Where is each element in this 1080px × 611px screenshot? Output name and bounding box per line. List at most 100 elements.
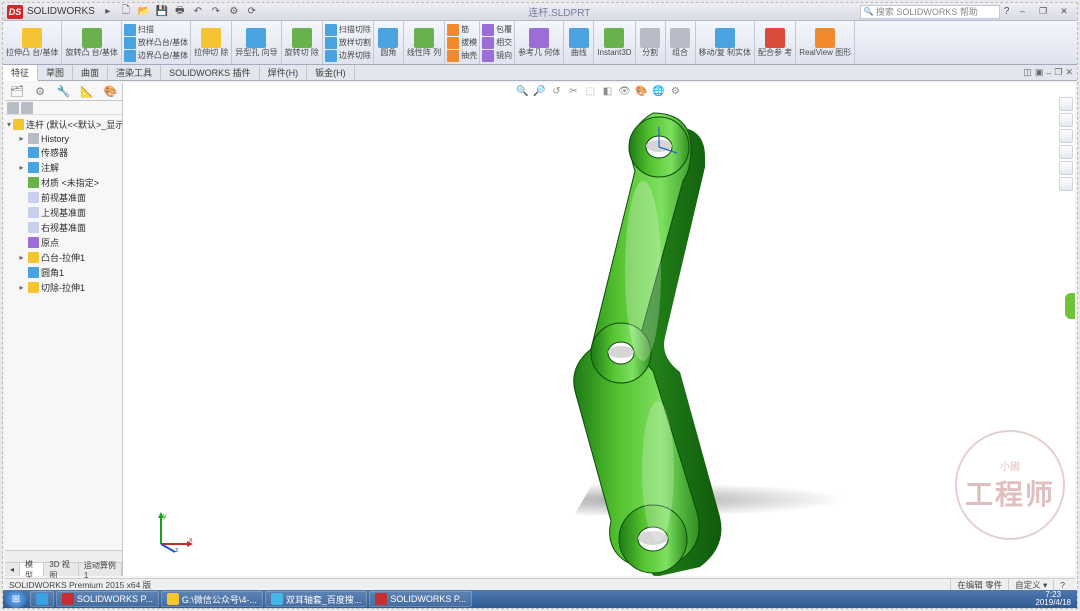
- tab-surfaces[interactable]: 曲面: [73, 65, 108, 80]
- cmd-revolve-cut[interactable]: 旋转切 除: [282, 21, 323, 64]
- maximize-icon[interactable]: ❐: [1034, 5, 1052, 19]
- cmd-realview[interactable]: RealView 图形: [796, 21, 855, 64]
- cmd-sweep[interactable]: 扫描: [124, 24, 188, 36]
- watermark-main: 工程师: [965, 473, 1055, 513]
- property-manager-tab-icon[interactable]: ⚙: [28, 83, 51, 100]
- taskbar-pin-1[interactable]: [30, 591, 54, 607]
- cmd-loft-boss[interactable]: 放样凸台/基体: [124, 37, 188, 49]
- feature-tree-tab-icon[interactable]: 🗂: [5, 83, 28, 100]
- tree-origin[interactable]: 原点: [5, 235, 122, 250]
- cmd-draft[interactable]: 拔模: [447, 37, 477, 49]
- cmd-hole-wizard[interactable]: 异型孔 向导: [232, 21, 281, 64]
- taskpane-appearances-icon[interactable]: [1059, 161, 1073, 175]
- tab-features[interactable]: 特征: [3, 65, 38, 81]
- tree-sensors[interactable]: 传感器: [5, 145, 122, 160]
- cmd-sweep-cut[interactable]: 扫描切除: [325, 24, 371, 36]
- menu-file-icon[interactable]: ▸: [101, 5, 115, 19]
- doc-window-tile-icon[interactable]: ◫: [1023, 67, 1032, 78]
- options-icon[interactable]: ⚙: [227, 5, 241, 19]
- redo-icon[interactable]: ↷: [209, 5, 223, 19]
- tab-weldment[interactable]: 焊件(H): [260, 65, 308, 80]
- cmd-split[interactable]: 分割: [636, 21, 666, 64]
- tree-root[interactable]: ▾连杆 (默认<<默认>_显示状态 1>: [5, 117, 122, 132]
- cmd-revolve-boss[interactable]: 旋转凸 台/基体: [62, 21, 121, 64]
- tree-annotations[interactable]: ▸注解: [5, 160, 122, 175]
- minimize-icon[interactable]: –: [1013, 4, 1031, 18]
- tree-filter-bar[interactable]: [5, 101, 122, 115]
- feature-tree: ▾连杆 (默认<<默认>_显示状态 1> ▸History 传感器 ▸注解 材质…: [5, 115, 122, 550]
- tree-cut-extrude1[interactable]: ▸切除-拉伸1: [5, 280, 122, 295]
- motion-prev-icon[interactable]: ◂: [5, 563, 20, 576]
- orientation-triad[interactable]: y x z: [153, 510, 195, 552]
- cmd-intersect[interactable]: 相交: [482, 37, 512, 49]
- cmd-extrude-boss[interactable]: 拉伸凸 台/基体: [3, 21, 62, 64]
- taskpane-library-icon[interactable]: [1059, 113, 1073, 127]
- tree-history[interactable]: ▸History: [5, 132, 122, 145]
- taskbar-app-solidworks-2[interactable]: SOLIDWORKS P...: [369, 591, 472, 607]
- tree-boss-extrude1[interactable]: ▸凸台-拉伸1: [5, 250, 122, 265]
- taskpane-view-palette-icon[interactable]: [1059, 145, 1073, 159]
- cmd-ref-geometry[interactable]: 参考几 何体: [515, 21, 564, 64]
- tree-material[interactable]: 材质 <未指定>: [5, 175, 122, 190]
- cmd-boundary-boss[interactable]: 边界凸台/基体: [124, 50, 188, 62]
- status-custom-menu[interactable]: 自定义 ▾: [1008, 579, 1053, 591]
- taskpane-flyout-handle[interactable]: [1065, 293, 1075, 319]
- cmd-curves[interactable]: 曲线: [564, 21, 594, 64]
- doc-window-cascade-icon[interactable]: ▣: [1035, 67, 1044, 78]
- taskbar-app-solidworks[interactable]: SOLIDWORKS P...: [56, 591, 159, 607]
- tab-render-tools[interactable]: 渲染工具: [108, 65, 161, 80]
- new-icon[interactable]: 🗋: [119, 5, 133, 19]
- tab-motion-study[interactable]: 运动算例 1: [79, 563, 122, 576]
- tree-fillet1[interactable]: 圆角1: [5, 265, 122, 280]
- undo-icon[interactable]: ↶: [191, 5, 205, 19]
- tree-right-plane[interactable]: 右视基准面: [5, 220, 122, 235]
- tree-top-plane[interactable]: 上视基准面: [5, 205, 122, 220]
- status-help-icon[interactable]: ?: [1053, 580, 1071, 590]
- doc-window-min-icon[interactable]: –: [1046, 68, 1051, 78]
- cmd-linear-pattern[interactable]: 线性阵 列: [404, 21, 445, 64]
- tab-3dviews[interactable]: 3D 视图: [44, 563, 79, 576]
- print-icon[interactable]: 🖶: [173, 5, 187, 19]
- taskpane-explorer-icon[interactable]: [1059, 129, 1073, 143]
- title-bar: DS SOLIDWORKS ▸ 🗋 📂 💾 🖶 ↶ ↷ ⚙ ⟳ 连杆.SLDPR…: [3, 3, 1077, 21]
- taskpane-resources-icon[interactable]: [1059, 97, 1073, 111]
- cmd-mate-reference[interactable]: 配合参 考: [755, 21, 796, 64]
- cmd-combine[interactable]: 组合: [666, 21, 696, 64]
- display-manager-tab-icon[interactable]: 🎨: [99, 83, 122, 100]
- open-icon[interactable]: 📂: [137, 5, 151, 19]
- status-editing: 在编辑 零件: [950, 579, 1008, 591]
- cmd-fillet[interactable]: 圆角: [374, 21, 404, 64]
- tab-sketch[interactable]: 草图: [38, 65, 73, 80]
- tree-front-plane[interactable]: 前视基准面: [5, 190, 122, 205]
- doc-window-max-icon[interactable]: ❐: [1054, 67, 1062, 78]
- graphics-viewport[interactable]: 🔍 🔎 ↺ ✂ ⬚ ◧ 👁 🎨 🌐 ⚙: [123, 83, 1075, 576]
- close-icon[interactable]: ✕: [1055, 5, 1073, 19]
- cmd-instant3d[interactable]: Instant3D: [594, 21, 635, 64]
- tab-sheetmetal[interactable]: 钣金(H): [307, 65, 355, 80]
- doc-window-close-icon[interactable]: ✕: [1065, 67, 1073, 78]
- help-icon[interactable]: ?: [1004, 6, 1010, 17]
- part-3d-model[interactable]: [493, 91, 753, 576]
- cmd-wrap[interactable]: 包覆: [482, 24, 512, 36]
- cmd-mirror[interactable]: 镜向: [482, 50, 512, 62]
- taskbar-app-explorer[interactable]: G:\微信公众号\4-...: [161, 591, 263, 607]
- config-manager-tab-icon[interactable]: 🔧: [52, 83, 75, 100]
- tab-model[interactable]: 模型: [20, 563, 44, 576]
- main-area: 🗂 ⚙ 🔧 📐 🎨 ▾连杆 (默认<<默认>_显示状态 1> ▸History …: [5, 83, 1075, 576]
- cmd-rib[interactable]: 筋: [447, 24, 477, 36]
- taskbar-app-browser[interactable]: 双耳轴套_百度搜...: [265, 591, 368, 607]
- cmd-loft-cut[interactable]: 放样切割: [325, 37, 371, 49]
- rebuild-icon[interactable]: ⟳: [245, 5, 259, 19]
- taskpane-custom-props-icon[interactable]: [1059, 177, 1073, 191]
- cmd-move-copy-body[interactable]: 移动/复 制实体: [696, 21, 755, 64]
- system-clock[interactable]: 7:232019/4/18: [1029, 591, 1077, 607]
- cmd-shell[interactable]: 抽壳: [447, 50, 477, 62]
- start-button[interactable]: ⊞: [5, 590, 27, 608]
- save-icon[interactable]: 💾: [155, 5, 169, 19]
- dimxpert-tab-icon[interactable]: 📐: [75, 83, 98, 100]
- tab-addins[interactable]: SOLIDWORKS 插件: [161, 65, 260, 80]
- cmd-boundary-cut[interactable]: 边界切除: [325, 50, 371, 62]
- task-pane-tabs: [1059, 83, 1075, 191]
- help-search-input[interactable]: 搜索 SOLIDWORKS 帮助: [860, 5, 1000, 19]
- cmd-extrude-cut[interactable]: 拉伸切 除: [191, 21, 232, 64]
